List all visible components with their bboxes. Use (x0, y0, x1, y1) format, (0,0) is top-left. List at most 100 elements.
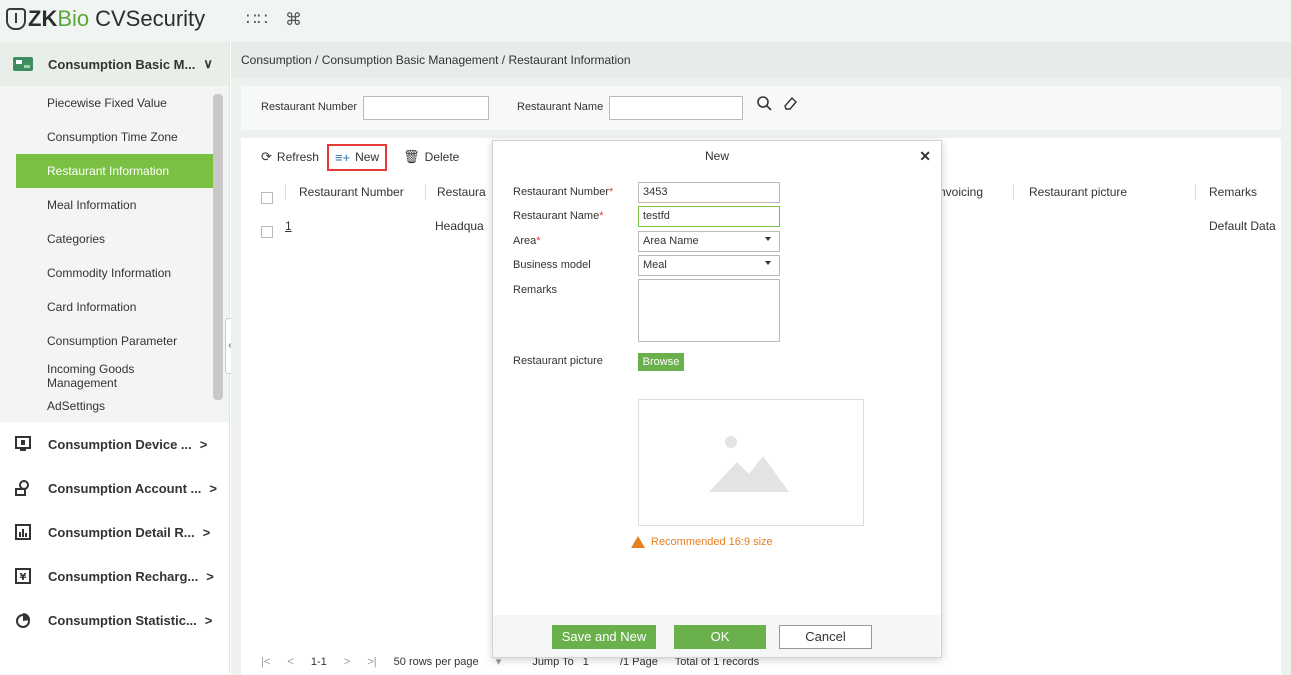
column-divider (285, 184, 286, 200)
col-restaurant-number[interactable]: Restaurant Number (299, 178, 404, 206)
sidebar-item-adsettings[interactable]: AdSettings (0, 392, 229, 422)
browse-button[interactable]: Browse (638, 353, 684, 371)
size-hint: Recommended 16:9 size (631, 536, 773, 548)
chevron-right-icon: > (202, 524, 211, 540)
save-and-new-button[interactable]: Save and New (552, 625, 656, 649)
chevron-down-icon (765, 237, 771, 241)
close-icon[interactable]: ✕ (919, 141, 931, 171)
prev-page-icon[interactable]: < (287, 656, 293, 668)
business-model-select[interactable]: Meal (638, 255, 780, 276)
cell-remarks: Default Data (1209, 219, 1276, 233)
sidebar-item-categories[interactable]: Categories (0, 222, 229, 256)
apps-grid-icon[interactable]: ∷∷ (246, 10, 268, 30)
first-page-icon[interactable]: |< (261, 656, 270, 668)
chevron-right-icon: > (199, 436, 208, 452)
remarks-label: Remarks (513, 284, 558, 296)
col-remarks[interactable]: Remarks (1209, 178, 1257, 206)
submenu: Piecewise Fixed Value Consumption Time Z… (0, 86, 229, 422)
column-divider (1195, 184, 1196, 200)
next-page-icon[interactable]: > (344, 656, 350, 668)
module-label: Consumption Account ... (48, 480, 202, 496)
image-placeholder-icon (709, 436, 789, 492)
col-invoicing[interactable]: nvoicing (939, 178, 983, 206)
remarks-textarea[interactable] (638, 279, 780, 342)
restaurant-number-search-input[interactable] (363, 96, 489, 120)
recharge-icon: ¥ (12, 567, 34, 585)
module-label: Consumption Statistic... (48, 612, 197, 628)
restaurant-picture-label: Restaurant picture (513, 355, 603, 367)
module-consumption-device[interactable]: Consumption Device ... > (0, 422, 229, 466)
business-model-label: Business model (513, 259, 591, 271)
shield-icon (6, 8, 26, 30)
col-restaurant-name[interactable]: Restaura (437, 178, 486, 206)
brand-bio: Bio (57, 6, 90, 31)
area-label: Area* (513, 235, 541, 247)
column-divider (425, 184, 426, 200)
row-checkbox[interactable] (261, 226, 273, 238)
restaurant-name-field[interactable]: testfd (638, 206, 780, 227)
cancel-button[interactable]: Cancel (779, 625, 872, 649)
module-consumption-detail[interactable]: Consumption Detail R... > (0, 510, 229, 554)
new-label: New (355, 150, 380, 164)
search-icon[interactable] (751, 94, 777, 120)
new-button[interactable]: ≡+ New (326, 143, 388, 171)
chevron-right-icon: > (204, 612, 213, 628)
sidebar: Consumption Basic M... ∨ Piecewise Fixed… (0, 42, 230, 675)
select-all-checkbox[interactable] (261, 192, 273, 204)
trash-icon: 🗑 (403, 149, 420, 164)
image-preview (638, 399, 864, 526)
refresh-label: Refresh (276, 150, 319, 164)
sidebar-item-piecewise[interactable]: Piecewise Fixed Value (0, 86, 229, 120)
chevron-right-icon: > (206, 568, 214, 584)
monitor-icon (12, 435, 34, 453)
column-divider (1013, 184, 1014, 200)
module-label: Consumption Device ... (48, 436, 192, 452)
chart-icon (12, 523, 34, 541)
ok-button[interactable]: OK (674, 625, 766, 649)
area-select[interactable]: Area Name (638, 231, 780, 252)
cell-restaurant-number[interactable]: 1 (285, 212, 292, 240)
module-consumption-account[interactable]: Consumption Account ... > (0, 466, 229, 510)
sidebar-item-card[interactable]: Card Information (0, 290, 229, 324)
size-hint-text: Recommended 16:9 size (651, 536, 773, 548)
sidebar-item-meal[interactable]: Meal Information (0, 188, 229, 222)
module-label: Consumption Detail R... (48, 524, 195, 540)
sidebar-item-incoming-goods[interactable]: Incoming Goods Management (0, 358, 180, 392)
account-icon (12, 479, 34, 497)
sidebar-scrollbar[interactable] (213, 94, 223, 400)
cell-restaurant-name: Headqua (435, 219, 484, 233)
dialog-title-text: New (704, 149, 729, 163)
restaurant-number-field[interactable]: 3453 (638, 182, 780, 203)
search-bar: Restaurant Number Restaurant Name (241, 86, 1281, 130)
brand-name: CVSecurity (95, 6, 206, 31)
col-restaurant-picture[interactable]: Restaurant picture (1029, 178, 1127, 206)
dialog-title: New ✕ (493, 141, 941, 171)
sidebar-item-time-zone[interactable]: Consumption Time Zone (0, 120, 229, 154)
new-restaurant-dialog: New ✕ Restaurant Number* 3453 Restaurant… (492, 140, 942, 658)
sidebar-item-parameter[interactable]: Consumption Parameter (0, 324, 229, 358)
app-logo[interactable]: ZK Bio CVSecurity (6, 6, 205, 32)
restaurant-name-label: Restaurant Name* (513, 210, 604, 222)
clear-eraser-icon[interactable] (777, 94, 803, 120)
chevron-down-icon: ∨ (203, 56, 213, 71)
svg-text:¥: ¥ (20, 572, 27, 583)
pie-chart-icon (12, 611, 34, 629)
module-label: Consumption Basic M... (48, 56, 196, 72)
page-range: 1-1 (310, 656, 327, 668)
warning-icon (631, 536, 645, 548)
module-consumption-basic[interactable]: Consumption Basic M... ∨ (0, 42, 229, 86)
sidebar-item-commodity[interactable]: Commodity Information (0, 256, 229, 290)
dialog-footer: Save and New OK Cancel (493, 615, 941, 657)
delete-button[interactable]: 🗑 Delete (403, 149, 459, 165)
refresh-button[interactable]: ⟳ Refresh (261, 149, 319, 165)
module-consumption-recharge[interactable]: ¥ Consumption Recharg... > (0, 554, 229, 598)
sidebar-item-restaurant[interactable]: Restaurant Information (16, 154, 214, 188)
delete-label: Delete (424, 150, 460, 164)
chevron-right-icon: > (209, 480, 217, 496)
restaurant-number-search-label: Restaurant Number (261, 101, 357, 113)
command-icon[interactable]: ⌘ (285, 10, 302, 30)
last-page-icon[interactable]: >| (367, 656, 376, 668)
restaurant-name-search-input[interactable] (609, 96, 743, 120)
add-list-icon: ≡+ (334, 149, 351, 165)
module-consumption-statistic[interactable]: Consumption Statistic... > (0, 598, 229, 642)
